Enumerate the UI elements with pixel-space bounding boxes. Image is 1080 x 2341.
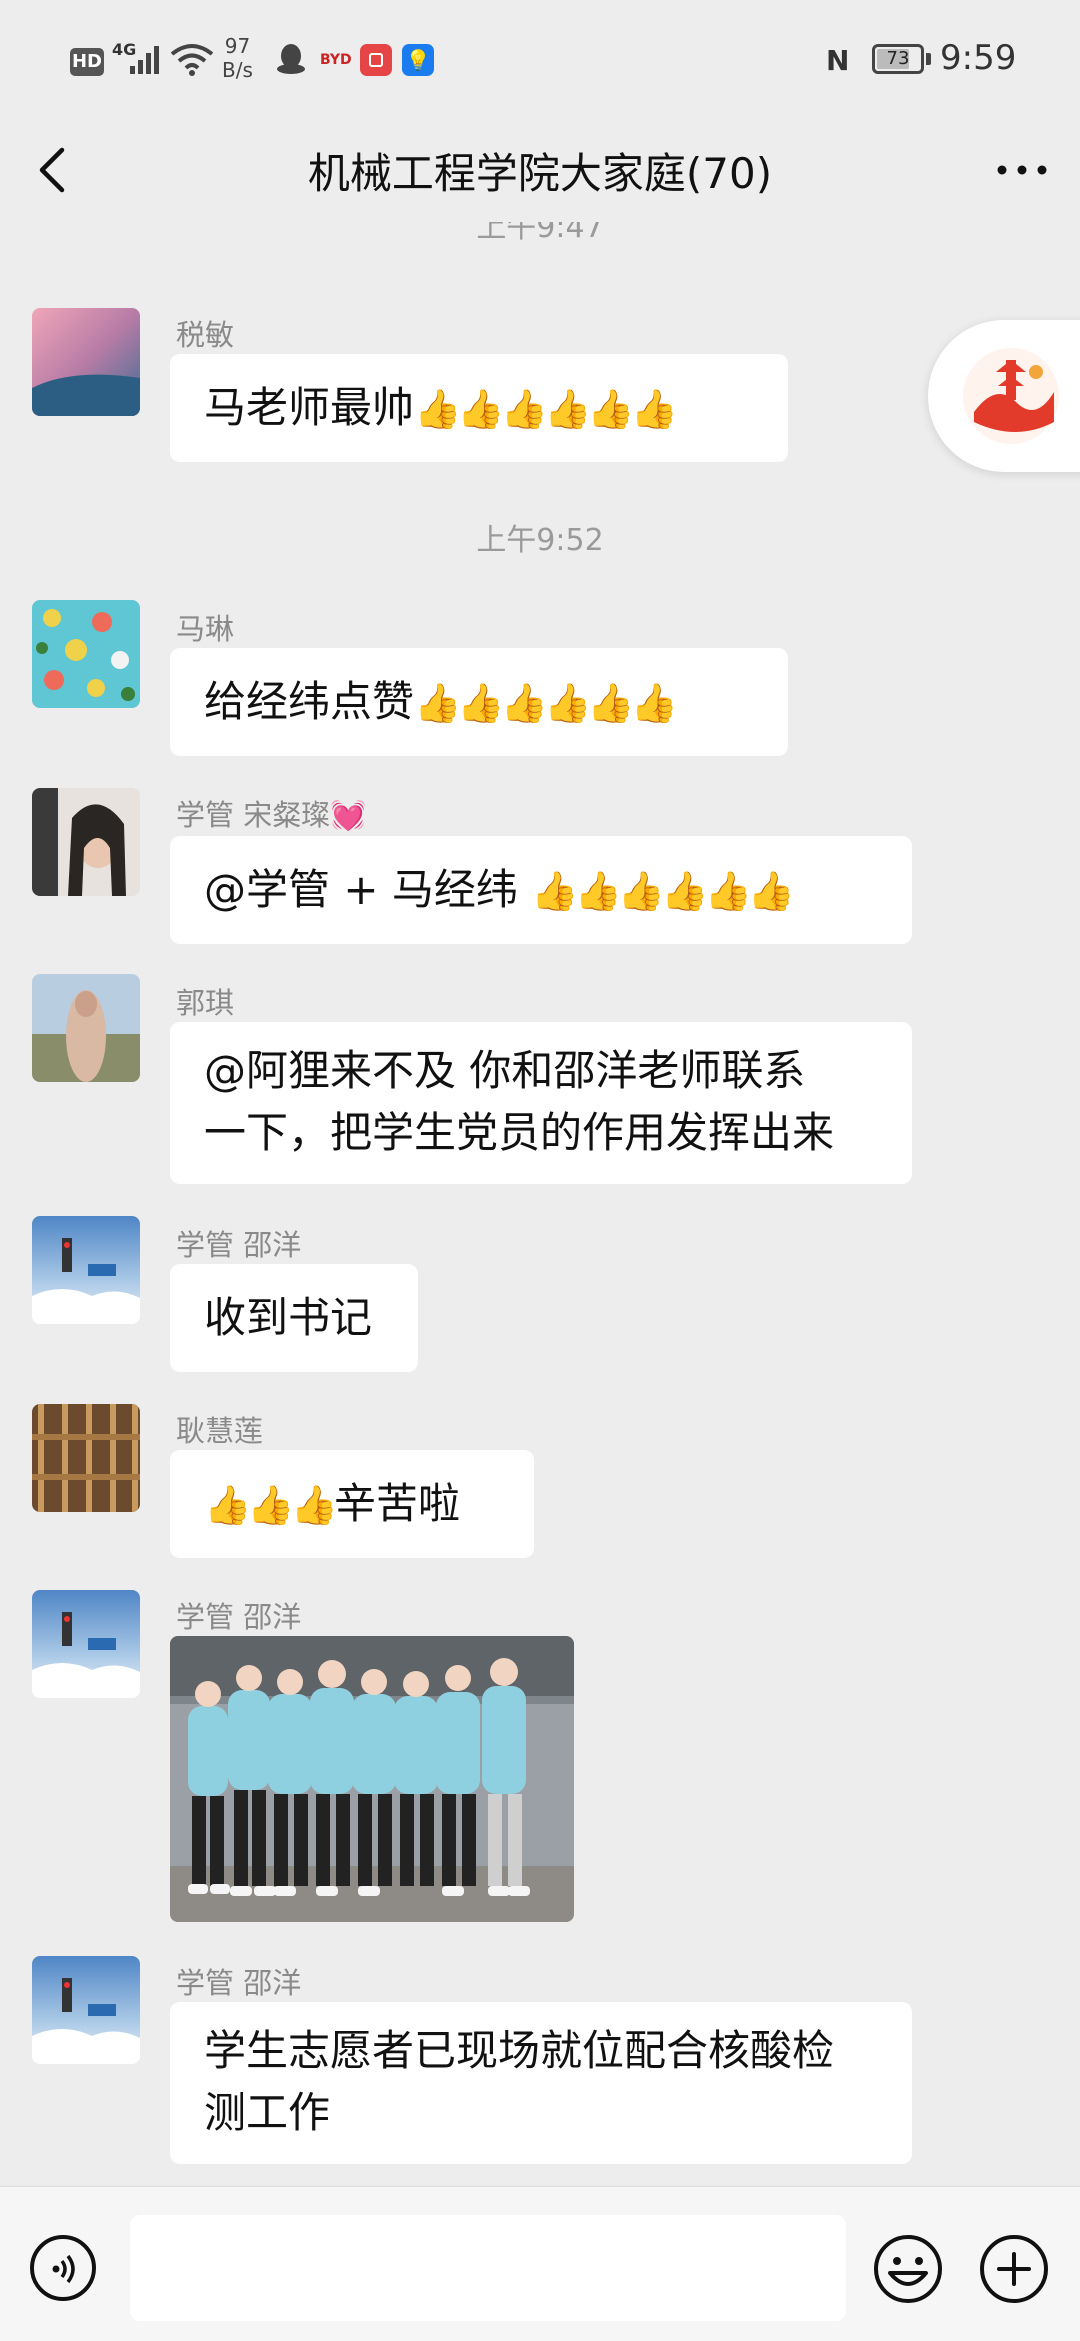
timestamp: 上午9:47 (0, 222, 1080, 254)
avatar[interactable] (32, 1404, 140, 1512)
battery-cap (926, 53, 931, 65)
thumbs-up-emoji: 👍👍👍👍👍👍 (414, 387, 678, 431)
message-bubble[interactable]: @阿狸来不及 你和邵洋老师联系 一下，把学生党员的作用发挥出来 (170, 1022, 912, 1184)
message-text: 学生志愿者已现场就位配合核酸检 (204, 2026, 835, 2075)
voice-icon[interactable] (30, 2235, 96, 2301)
message-bubble[interactable]: 收到书记 (170, 1264, 418, 1372)
sender-name: 马琳 (176, 612, 235, 646)
avatar[interactable] (32, 308, 140, 416)
network-speed-value: 97 (224, 34, 251, 58)
timestamp: 上午9:52 (476, 523, 604, 558)
sender-name: 学管 邵洋 (176, 1600, 302, 1634)
thumbs-up-emoji: 👍👍👍👍👍👍 (414, 681, 678, 725)
message-text: 收到书记 (204, 1293, 373, 1342)
message-text: @学管 + 马经纬 (204, 865, 532, 914)
message-bubble[interactable]: @学管 + 马经纬 👍👍👍👍👍👍 (170, 836, 912, 944)
app-icon: 💡 (402, 44, 434, 76)
avatar[interactable] (32, 1956, 140, 2064)
signal-icon (128, 44, 164, 80)
sender-name: 耿慧莲 (176, 1414, 264, 1448)
floating-activity-badge[interactable] (928, 320, 1080, 472)
avatar[interactable] (32, 1216, 140, 1324)
qq-icon (275, 42, 307, 80)
byd-icon: BYD (320, 52, 352, 68)
status-bar: HD 4G 97 B/s BYD 💡 N 73 9:59 (0, 0, 1080, 120)
sender-name: 郭琪 (176, 986, 235, 1020)
message-bubble[interactable]: 给经纬点赞👍👍👍👍👍👍 (170, 648, 788, 756)
message-bubble[interactable]: 学生志愿者已现场就位配合核酸检 测工作 (170, 2002, 912, 2164)
thumbs-up-emoji: 👍👍👍 (204, 1483, 338, 1527)
chat-title: 机械工程学院大家庭(70) (307, 149, 773, 198)
battery-level-text: 73 (886, 48, 910, 69)
wifi-icon (170, 42, 214, 80)
message-text: 辛苦啦 (333, 1479, 460, 1528)
avatar[interactable] (32, 974, 140, 1082)
thumbs-up-emoji: 👍👍👍👍👍👍 (531, 869, 795, 913)
timestamp-text: 上午9:47 (476, 222, 604, 245)
more-horizontal-icon[interactable] (992, 150, 1052, 190)
network-speed: 97 B/s (222, 34, 253, 82)
battery-icon: 73 (872, 44, 924, 74)
message-text: @阿狸来不及 你和邵洋老师联系 (204, 1046, 806, 1095)
pagoda-logo-icon (963, 348, 1059, 444)
plus-icon[interactable] (980, 2235, 1048, 2303)
message-input[interactable] (130, 2215, 846, 2321)
emoji-icon[interactable] (872, 2233, 944, 2305)
sender-name: 学管 邵洋 (176, 1228, 302, 1262)
nfc-icon: N (826, 44, 850, 77)
clock: 9:59 (940, 38, 1017, 78)
app-icon (360, 44, 392, 76)
message-bubble[interactable]: 👍👍👍辛苦啦 (170, 1450, 534, 1558)
message-text: 马老师最帅 (204, 383, 415, 432)
message-text: 给经纬点赞 (204, 677, 415, 726)
sender-name: 学管 宋粲璨💓 (176, 798, 367, 832)
hd-icon: HD (70, 48, 104, 76)
chat-header: 机械工程学院大家庭(70) (0, 120, 1080, 230)
message-text: 测工作 (204, 2088, 331, 2137)
avatar[interactable] (32, 600, 140, 708)
avatar[interactable] (32, 788, 140, 896)
sender-name: 税敏 (176, 318, 235, 352)
avatar[interactable] (32, 1590, 140, 1698)
sender-name: 学管 邵洋 (176, 1966, 302, 2000)
message-text: 一下，把学生党员的作用发挥出来 (204, 1108, 835, 1157)
photo-message[interactable] (170, 1636, 574, 1922)
input-bar (0, 2186, 1080, 2341)
network-speed-unit: B/s (222, 58, 253, 82)
message-bubble[interactable]: 马老师最帅👍👍👍👍👍👍 (170, 354, 788, 462)
